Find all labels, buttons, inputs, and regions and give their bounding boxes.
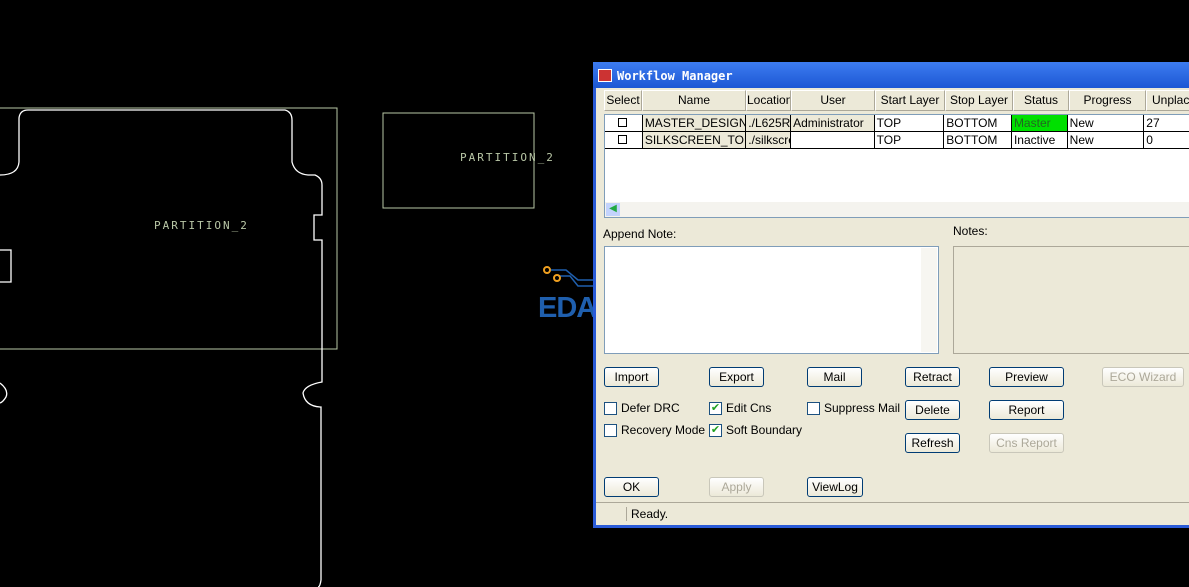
location-cell: ./silkscre <box>746 132 792 149</box>
soft-boundary-checkbox[interactable]: ✔ Soft Boundary <box>709 423 802 437</box>
start-layer-cell: TOP <box>874 115 945 132</box>
unplaced-cell: 0 <box>1144 132 1189 149</box>
select-checkbox-cell[interactable] <box>605 132 643 149</box>
column-header[interactable]: Progress <box>1069 90 1146 111</box>
edit-cns-checkbox[interactable]: ✔ Edit Cns <box>709 401 771 415</box>
name-cell: MASTER_DESIGN <box>642 115 747 132</box>
suppress-mail-checkbox[interactable]: Suppress Mail <box>807 401 900 415</box>
table-header: Select Name Location User Start Layer St… <box>604 90 1189 111</box>
checkmark-icon[interactable]: ✔ <box>709 401 722 415</box>
status-cell: Master <box>1011 115 1068 132</box>
import-button[interactable]: Import <box>604 367 659 387</box>
vertical-scrollbar[interactable] <box>921 248 937 352</box>
status-text: Ready. <box>626 507 668 521</box>
cns-report-button[interactable]: Cns Report <box>989 433 1064 453</box>
workflow-manager-dialog: Workflow Manager Select Name Location Us… <box>593 62 1189 528</box>
user-cell: Administrator <box>791 115 875 132</box>
stop-layer-cell: BOTTOM <box>944 132 1012 149</box>
column-header[interactable]: Select <box>604 90 642 111</box>
select-checkbox[interactable] <box>618 135 627 144</box>
defer-drc-checkbox[interactable]: Defer DRC <box>604 401 680 415</box>
progress-cell: New <box>1067 132 1145 149</box>
partition-label: PARTITION_2 <box>460 151 555 164</box>
select-checkbox-cell[interactable] <box>605 115 643 132</box>
recovery-mode-checkbox[interactable]: Recovery Mode <box>604 423 705 437</box>
column-header[interactable]: Unplaced <box>1146 90 1189 111</box>
progress-cell: New <box>1067 115 1145 132</box>
append-note-label: Append Note: <box>603 227 677 241</box>
checkbox-label: Defer DRC <box>621 401 680 415</box>
table-row[interactable]: SILKSCREEN_TOP_ ./silkscre TOP BOTTOM In… <box>605 132 1189 149</box>
refresh-button[interactable]: Refresh <box>905 433 960 453</box>
export-button[interactable]: Export <box>709 367 764 387</box>
select-checkbox[interactable] <box>618 118 627 127</box>
retract-button[interactable]: Retract <box>905 367 960 387</box>
checkbox-label: Soft Boundary <box>726 423 803 437</box>
mail-button[interactable]: Mail <box>807 367 862 387</box>
eco-wizard-button[interactable]: ECO Wizard <box>1102 367 1184 387</box>
partition-table: MASTER_DESIGN ./L625R Administrator TOP … <box>604 114 1189 218</box>
title-bar[interactable]: Workflow Manager <box>593 62 1189 88</box>
column-header[interactable]: Location <box>746 90 791 111</box>
stop-layer-cell: BOTTOM <box>944 115 1012 132</box>
checkmark-icon[interactable]: ✔ <box>709 423 722 437</box>
column-header[interactable]: Start Layer <box>875 90 945 111</box>
report-button[interactable]: Report <box>989 400 1064 420</box>
name-cell: SILKSCREEN_TOP_ <box>642 132 747 149</box>
notes-label: Notes: <box>953 224 988 238</box>
delete-button[interactable]: Delete <box>905 400 960 420</box>
unplaced-cell: 27 <box>1144 115 1189 132</box>
checkbox-box[interactable] <box>604 423 617 437</box>
scroll-left-icon[interactable]: ◀ <box>606 203 620 216</box>
status-bar: Ready. <box>596 502 1189 524</box>
checkbox-label: Suppress Mail <box>824 401 901 415</box>
partition-label: PARTITION_2 <box>154 219 249 232</box>
checkbox-box[interactable] <box>604 401 617 415</box>
ok-button[interactable]: OK <box>604 477 659 497</box>
status-cell: Inactive <box>1011 132 1068 149</box>
notes-box <box>953 246 1189 354</box>
app-icon <box>598 69 612 82</box>
checkbox-label: Edit Cns <box>726 401 772 415</box>
column-header[interactable]: User <box>791 90 875 111</box>
column-header[interactable]: Status <box>1013 90 1069 111</box>
location-cell: ./L625R <box>746 115 792 132</box>
checkbox-label: Recovery Mode <box>621 423 706 437</box>
column-header[interactable]: Name <box>642 90 746 111</box>
table-row[interactable]: MASTER_DESIGN ./L625R Administrator TOP … <box>605 115 1189 132</box>
checkbox-box[interactable] <box>807 401 820 415</box>
append-note-textarea[interactable] <box>604 246 939 354</box>
viewlog-button[interactable]: ViewLog <box>807 477 863 497</box>
user-cell <box>791 132 875 149</box>
column-header[interactable]: Stop Layer <box>945 90 1013 111</box>
horizontal-scrollbar[interactable]: ◀ <box>605 202 1189 217</box>
preview-button[interactable]: Preview <box>989 367 1064 387</box>
start-layer-cell: TOP <box>874 132 945 149</box>
dialog-title: Workflow Manager <box>617 69 733 83</box>
apply-button[interactable]: Apply <box>709 477 764 497</box>
